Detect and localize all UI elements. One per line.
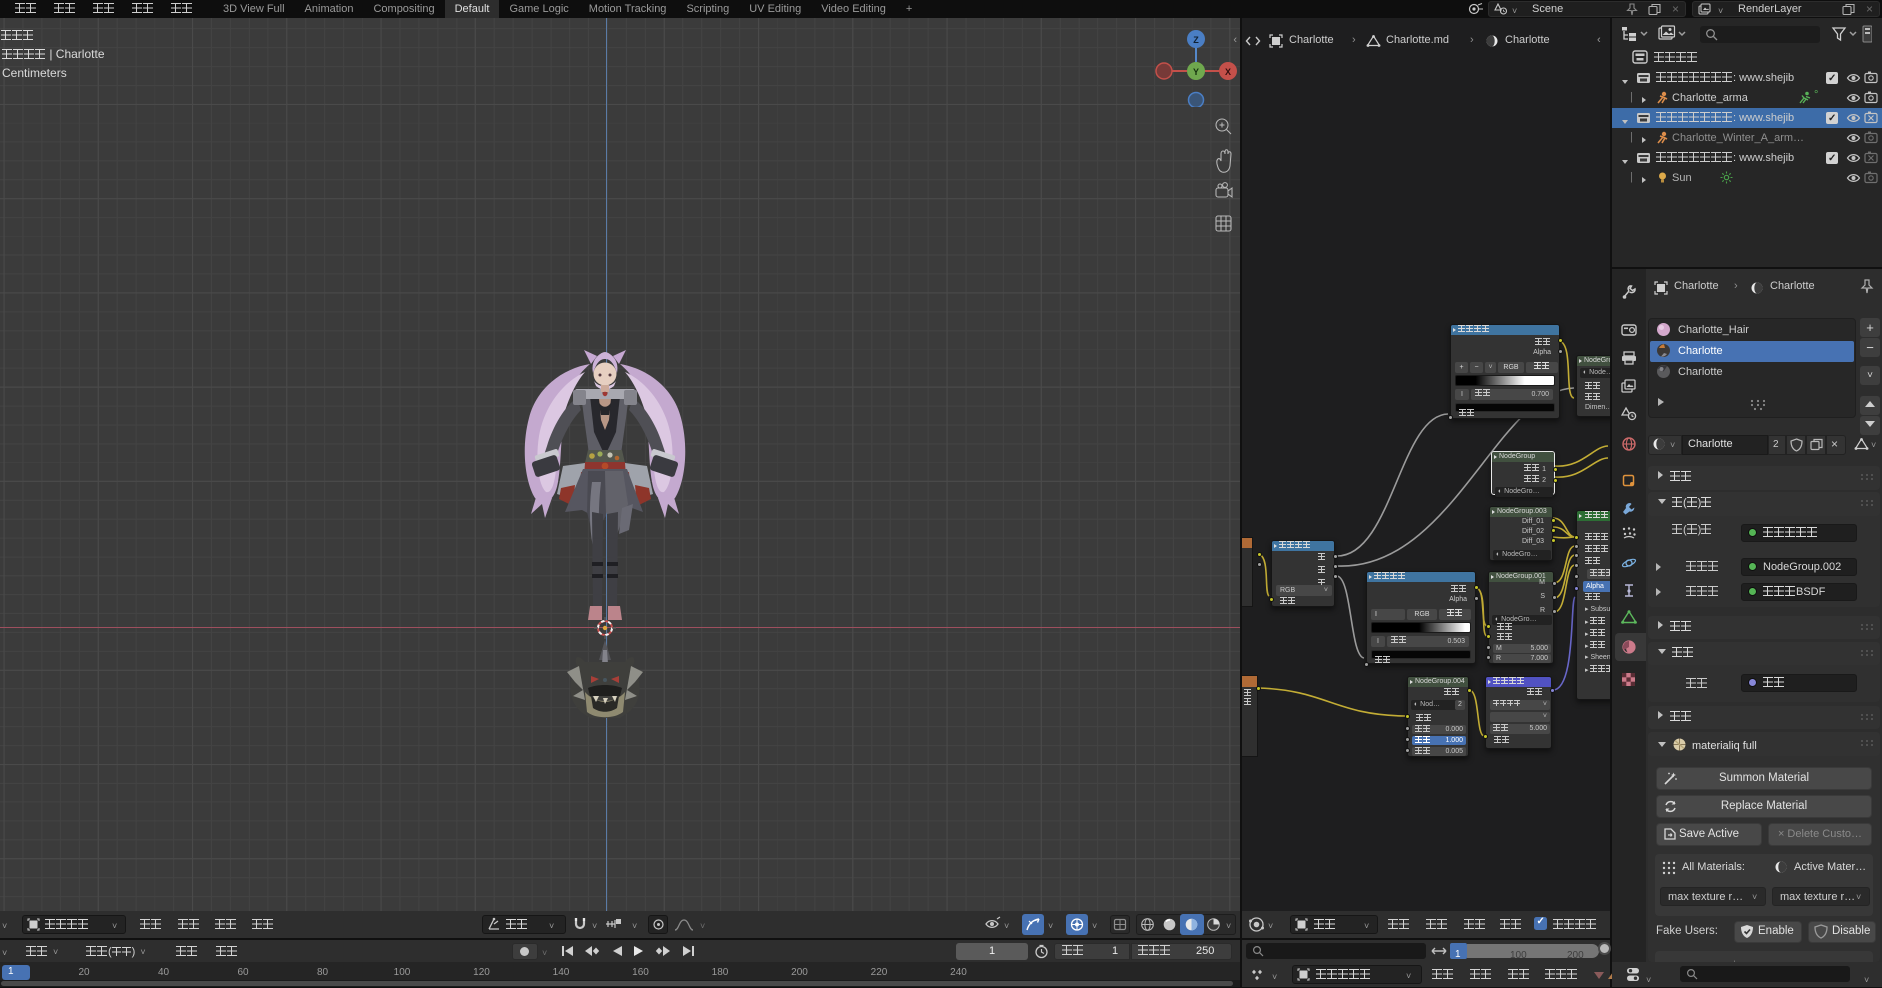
svg-text:Y: Y (1193, 67, 1199, 77)
svg-text:Z: Z (1193, 35, 1199, 45)
svg-text:X: X (1225, 67, 1231, 77)
